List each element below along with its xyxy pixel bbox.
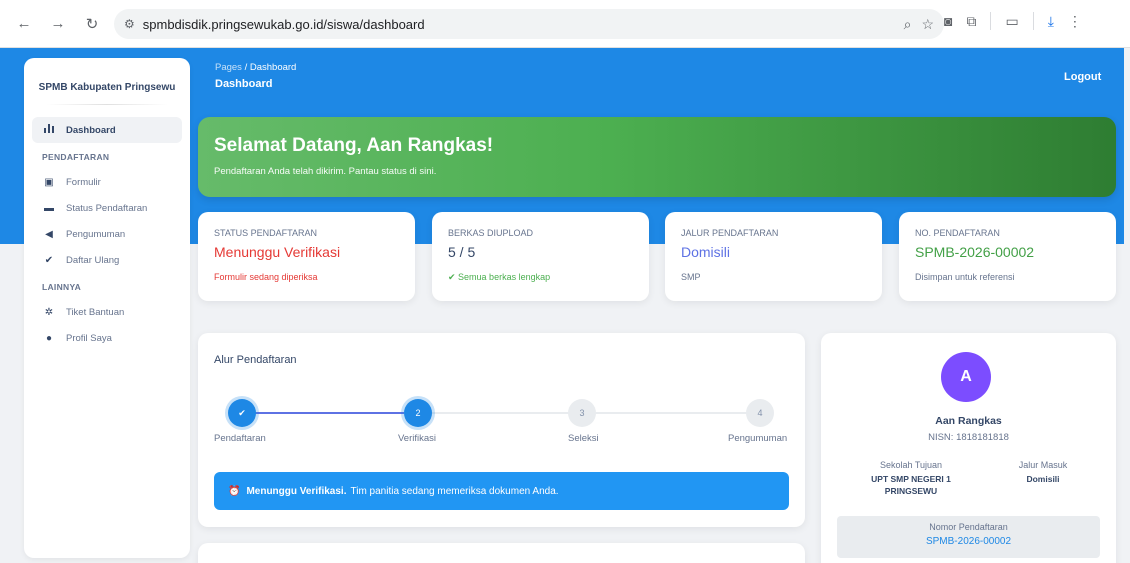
stat-subtext: SMP [681, 272, 701, 282]
sidebar-icon[interactable]: ▭ [1005, 13, 1018, 30]
logout-button[interactable]: Logout [1064, 71, 1101, 83]
sidebar-item-tiket-bantuan[interactable]: ✲ Tiket Bantuan [24, 299, 190, 325]
next-card [198, 543, 805, 563]
profile-name: Aan Rangkas [935, 415, 1002, 427]
alarm-clock-icon: ⏰ [228, 485, 241, 497]
stat-subtext: Disimpan untuk referensi [915, 272, 1015, 282]
back-icon[interactable]: ← [12, 12, 36, 36]
nomor-label: Nomor Pendaftaran [929, 522, 1008, 532]
folder-icon: ▬ [44, 202, 54, 214]
step-label-seleksi: Seleksi [568, 433, 599, 444]
sidebar-item-label: Tiket Bantuan [66, 306, 125, 318]
profile-sekolah: Sekolah Tujuan UPT SMP NEGERI 1 PRINGSEW… [851, 460, 971, 497]
sidebar-item-status-pendaftaran[interactable]: ▬ Status Pendaftaran [24, 195, 190, 221]
step-marker-pendaftaran: ✔ [228, 399, 256, 427]
sidebar-item-profil-saya[interactable]: ● Profil Saya [24, 325, 190, 351]
clipboard-icon: ▣ [44, 176, 54, 188]
alur-pendaftaran-card: Alur Pendaftaran ✔ 2 3 4 Pendaftaran Ver… [198, 333, 805, 527]
breadcrumb-separator: / [241, 62, 250, 73]
download-icon[interactable]: ⤓ [1048, 13, 1054, 30]
site-settings-icon[interactable]: ⚙ [124, 17, 135, 31]
stat-value: SPMB-2026-00002 [915, 244, 1035, 260]
profile-jalur: Jalur Masuk Domisili [993, 460, 1093, 485]
sidebar-item-daftar-ulang[interactable]: ✔ Daftar Ulang [24, 247, 190, 273]
address-bar[interactable]: ⚙ spmbdisdik.pringsewukab.go.id/siswa/da… [114, 9, 944, 39]
zoom-icon[interactable]: ⌕ [904, 16, 912, 33]
page-title: Dashboard [215, 78, 273, 90]
stat-value: Domisili [681, 244, 730, 260]
step-label-verifikasi: Verifikasi [398, 433, 437, 444]
stat-value: Menunggu Verifikasi [214, 244, 341, 260]
check-icon: ✔ [44, 254, 54, 266]
sidebar-item-label: Formulir [66, 176, 101, 188]
stat-value: 5 / 5 [448, 244, 476, 260]
sidebar-item-label: Daftar Ulang [66, 254, 120, 266]
progress-track-complete [242, 412, 404, 414]
sekolah-value: UPT SMP NEGERI 1 PRINGSEWU [871, 474, 951, 496]
megaphone-icon: ◀ [45, 228, 53, 240]
step-marker-seleksi: 3 [568, 399, 596, 427]
step-label-pendaftaran: Pendaftaran [214, 433, 266, 444]
toolbar-divider [1032, 12, 1034, 30]
sidebar-item-label: Profil Saya [66, 332, 112, 344]
bar-chart-icon [42, 124, 56, 136]
stat-card-jalur: JALUR PENDAFTARAN Domisili SMP [665, 212, 882, 301]
breadcrumb: Pages / Dashboard [215, 62, 296, 73]
alert-bold-text: Menunggu Verifikasi. [246, 485, 347, 497]
sekolah-label: Sekolah Tujuan [879, 460, 943, 470]
step-marker-pengumuman: 4 [746, 399, 774, 427]
url-text[interactable]: spmbdisdik.pringsewukab.go.id/siswa/dash… [143, 17, 425, 32]
profile-nomor-box: Nomor Pendaftaran SPMB-2026-00002 [837, 516, 1100, 558]
jalur-value: Domisili [1026, 474, 1060, 484]
nomor-value: SPMB-2026-00002 [925, 536, 1012, 547]
stat-label: JALUR PENDAFTARAN [681, 228, 779, 238]
breadcrumb-root[interactable]: Pages [215, 62, 242, 73]
stat-subtext: Formulir sedang diperiksa [214, 272, 318, 282]
camera-icon[interactable]: ◙ [944, 13, 952, 29]
extensions-icon[interactable]: ⧉ [966, 13, 976, 30]
alur-title: Alur Pendaftaran [214, 354, 297, 366]
stat-label: STATUS PENDAFTARAN [214, 228, 318, 238]
sidebar-item-pengumuman[interactable]: ◀ Pengumuman [24, 221, 190, 247]
sidebar: SPMB Kabupaten Pringsewu Dashboard PENDA… [24, 58, 190, 558]
welcome-subtitle: Pendaftaran Anda telah dikirim. Pantau s… [214, 166, 437, 177]
scrollbar-track[interactable] [1124, 48, 1130, 563]
welcome-title: Selamat Datang, Aan Rangkas! [214, 135, 494, 156]
welcome-banner: Selamat Datang, Aan Rangkas! Pendaftaran… [198, 117, 1116, 197]
stat-label: BERKAS DIUPLOAD [448, 228, 534, 238]
section-lainnya: LAINNYA [42, 282, 82, 292]
stat-card-status: STATUS PENDAFTARAN Menunggu Verifikasi F… [198, 212, 415, 301]
profile-nisn: NISN: 1818181818 [928, 432, 1009, 443]
stat-card-berkas: BERKAS DIUPLOAD 5 / 5 ✔ Semua berkas len… [432, 212, 649, 301]
user-circle-icon: ● [45, 332, 53, 344]
browser-toolbar: ← → ↻ ⚙ spmbdisdik.pringsewukab.go.id/si… [0, 0, 1130, 48]
step-marker-verifikasi: 2 [404, 399, 432, 427]
sidebar-item-dashboard[interactable]: Dashboard [32, 117, 182, 143]
stat-subtext: ✔ Semua berkas lengkap [448, 272, 551, 282]
breadcrumb-current: Dashboard [249, 62, 297, 73]
sidebar-item-formulir[interactable]: ▣ Formulir [24, 169, 190, 195]
stat-label: NO. PENDAFTARAN [915, 228, 1000, 238]
status-alert: ⏰ Menunggu Verifikasi. Tim panitia sedan… [214, 472, 789, 510]
jalur-label: Jalur Masuk [1018, 460, 1068, 470]
bookmark-star-icon[interactable]: ☆ [921, 16, 934, 33]
reload-icon[interactable]: ↻ [80, 12, 104, 36]
brand-name[interactable]: SPMB Kabupaten Pringsewu [24, 58, 190, 104]
sidebar-item-label: Dashboard [66, 124, 116, 136]
stat-card-nomor: NO. PENDAFTARAN SPMB-2026-00002 Disimpan… [899, 212, 1116, 301]
alert-text: Tim panitia sedang memeriksa dokumen And… [350, 485, 559, 497]
menu-icon[interactable]: ⋮ [1068, 13, 1082, 30]
forward-icon[interactable]: → [46, 12, 70, 36]
section-pendaftaran: PENDAFTARAN [42, 152, 110, 162]
step-label-pengumuman: Pengumuman [728, 433, 788, 444]
avatar: A [941, 352, 991, 402]
toolbar-divider [990, 12, 992, 30]
profile-card: A Aan Rangkas NISN: 1818181818 Sekolah T… [821, 333, 1116, 563]
sidebar-item-label: Pengumuman [66, 228, 126, 240]
lifebuoy-icon: ✲ [44, 306, 54, 318]
sidebar-item-label: Status Pendaftaran [66, 202, 148, 214]
